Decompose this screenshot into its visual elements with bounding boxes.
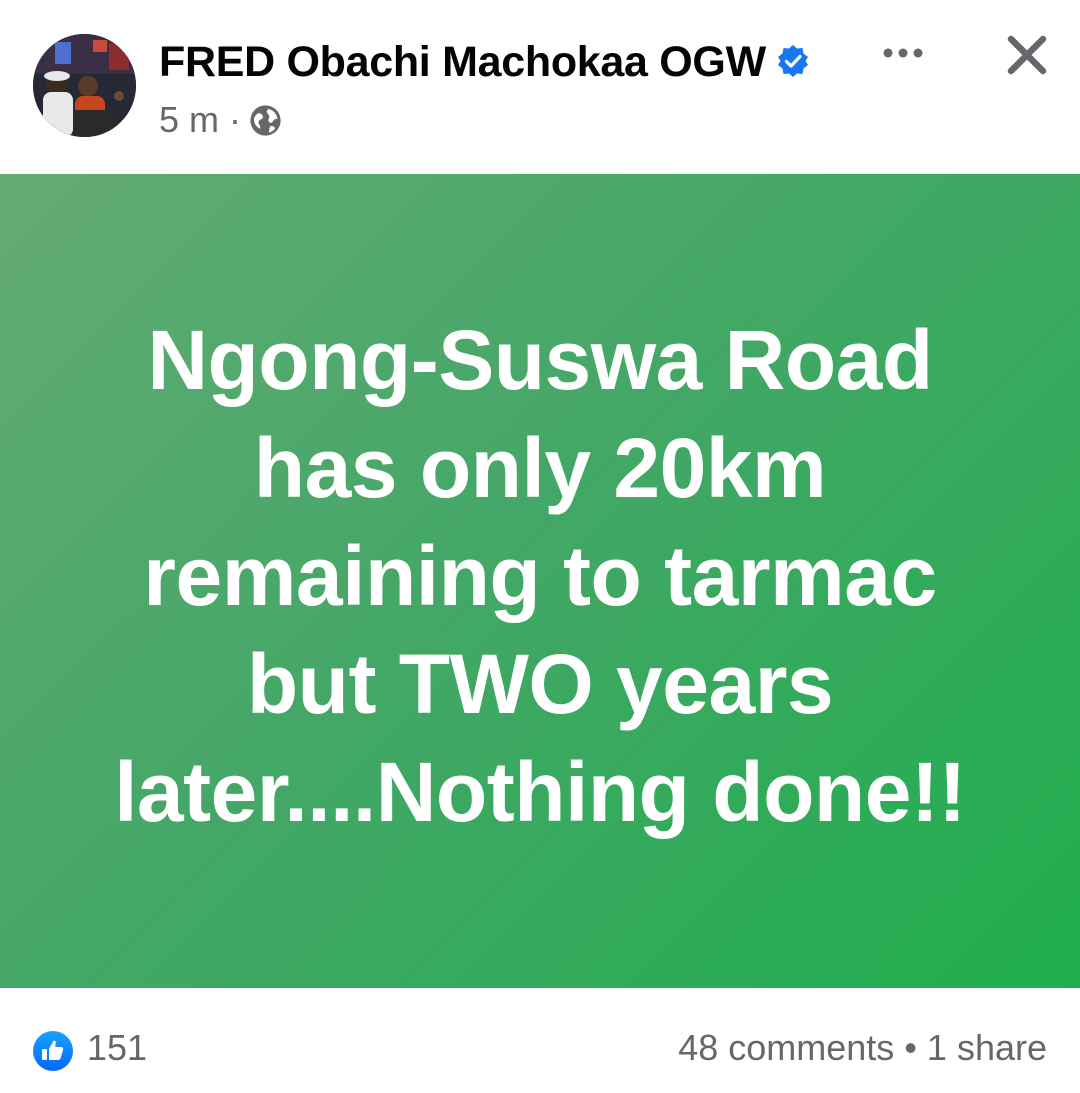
verified-badge-icon — [778, 45, 808, 77]
post-text-line: has only 20km — [253, 421, 827, 515]
post-time[interactable]: 5 m — [159, 99, 219, 141]
post-viewer: FRED Obachi Machokaa OGW 5 m · Ngong-Sus… — [0, 0, 1080, 1093]
post-meta: 5 m · — [159, 99, 282, 141]
post-text-line: Ngong-Suswa Road — [147, 313, 933, 407]
post-text-line: remaining to tarmac — [143, 529, 937, 623]
close-button[interactable] — [1004, 32, 1050, 78]
post-text-line: but TWO years — [246, 637, 834, 731]
engagement-stats: 48 comments • 1 share — [678, 1027, 1047, 1069]
globe-icon — [250, 104, 281, 136]
post-header: FRED Obachi Machokaa OGW 5 m · — [0, 0, 1080, 174]
stats-separator: • — [904, 1027, 917, 1068]
post-text: Ngong-Suswa Road has only 20km remaining… — [40, 306, 1040, 846]
meta-separator: · — [229, 99, 242, 140]
post-text-line: later....Nothing done!! — [114, 745, 966, 839]
reaction-count[interactable]: 151 — [87, 1027, 147, 1069]
comments-count[interactable]: 48 comments — [678, 1027, 894, 1068]
author-avatar[interactable] — [33, 34, 136, 137]
more-options-button[interactable] — [878, 36, 928, 70]
author-name[interactable]: FRED Obachi Machokaa OGW — [159, 38, 766, 87]
post-background-card: Ngong-Suswa Road has only 20km remaining… — [0, 174, 1080, 988]
shares-count[interactable]: 1 share — [927, 1027, 1047, 1068]
thumbs-up-icon[interactable] — [32, 1030, 74, 1072]
